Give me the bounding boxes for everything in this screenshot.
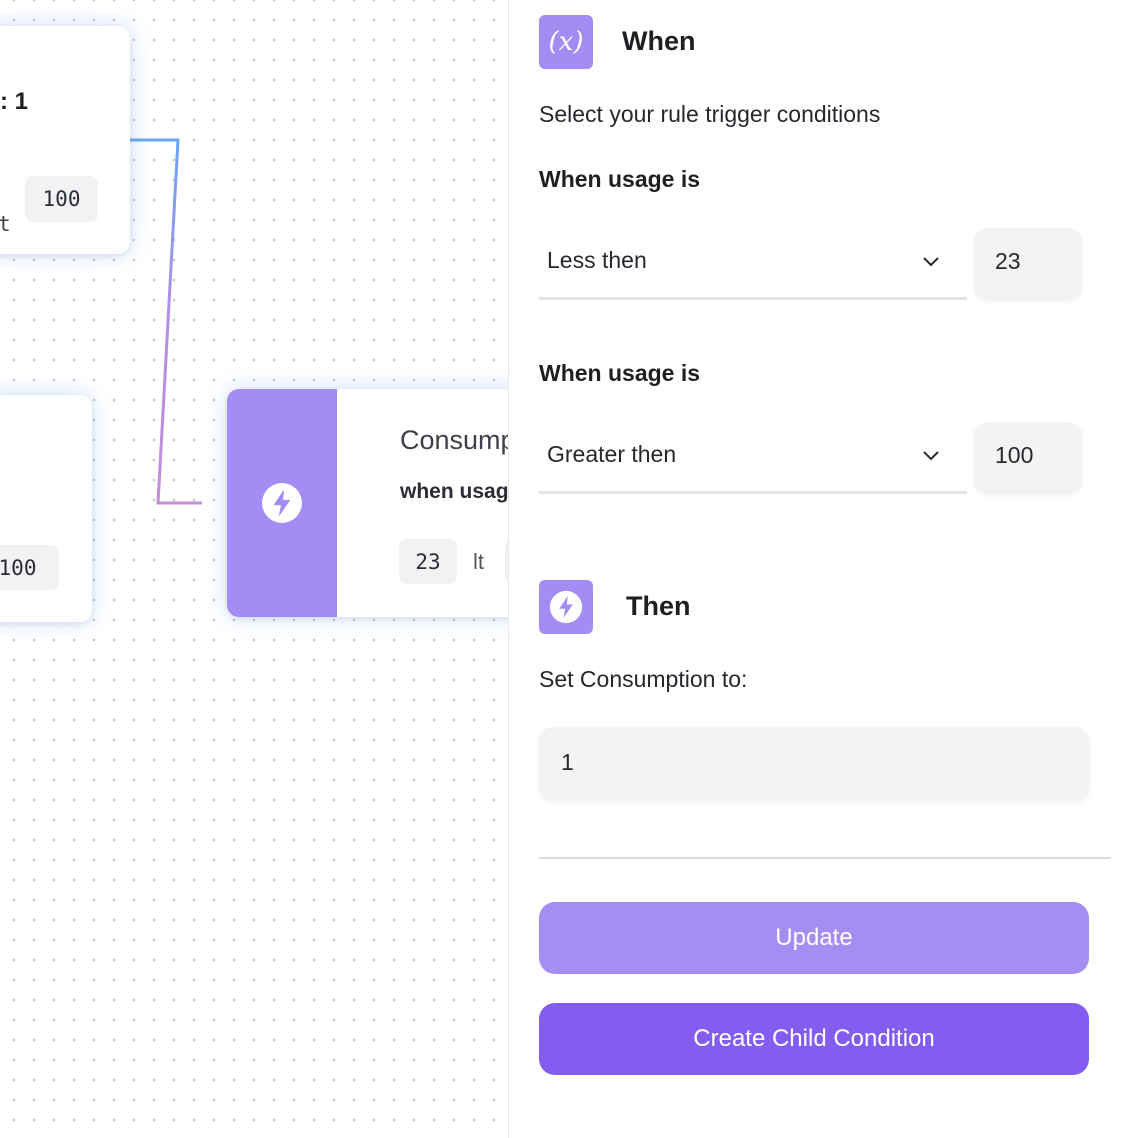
lightning-icon bbox=[539, 580, 593, 634]
operator-label: t bbox=[0, 212, 11, 236]
value-chip: 23 bbox=[399, 539, 457, 584]
condition-label-1: When usage is bbox=[539, 166, 701, 192]
operator-select-1[interactable]: Less then bbox=[539, 229, 967, 300]
value-chip: 100 bbox=[25, 176, 98, 222]
action-node[interactable]: Consump when usag 23 lt bbox=[227, 389, 508, 617]
then-section-title: Then bbox=[626, 591, 691, 621]
condition-value-input-1[interactable]: 23 bbox=[974, 228, 1082, 298]
condition-value-input-2[interactable]: 100 bbox=[974, 422, 1082, 492]
rule-node-1[interactable]: : 1 t 100 bbox=[0, 26, 130, 254]
flow-canvas[interactable]: : 1 t 100 100 Consump when usag 23 lt bbox=[0, 0, 508, 1138]
operator-select-value: Less then bbox=[547, 247, 647, 273]
action-node-icon-panel bbox=[227, 389, 337, 617]
update-button[interactable]: Update bbox=[539, 902, 1089, 974]
operator-select-value: Greater then bbox=[547, 441, 677, 467]
divider bbox=[539, 857, 1111, 859]
consumption-value-input[interactable]: 1 bbox=[539, 727, 1089, 799]
operator-select-2[interactable]: Greater then bbox=[539, 423, 967, 494]
rule-editor-panel: (x) When Select your rule trigger condit… bbox=[508, 0, 1124, 1138]
operator-label: lt bbox=[473, 549, 484, 574]
chevron-down-icon bbox=[923, 257, 939, 267]
condition-label-2: When usage is bbox=[539, 360, 701, 386]
when-description: Select your rule trigger conditions bbox=[539, 101, 881, 127]
node-title: Consump bbox=[400, 425, 508, 455]
node-subtitle: when usag bbox=[400, 480, 508, 503]
lightning-icon bbox=[262, 483, 302, 523]
create-child-condition-button[interactable]: Create Child Condition bbox=[539, 1003, 1089, 1075]
when-section-title: When bbox=[622, 26, 696, 56]
chevron-down-icon bbox=[923, 451, 939, 461]
set-consumption-label: Set Consumption to: bbox=[539, 666, 748, 692]
rule-node-2[interactable]: 100 bbox=[0, 395, 92, 622]
value-chip: 100 bbox=[0, 545, 59, 590]
node-title: : 1 bbox=[0, 88, 29, 115]
variable-fx-icon: (x) bbox=[539, 15, 593, 69]
